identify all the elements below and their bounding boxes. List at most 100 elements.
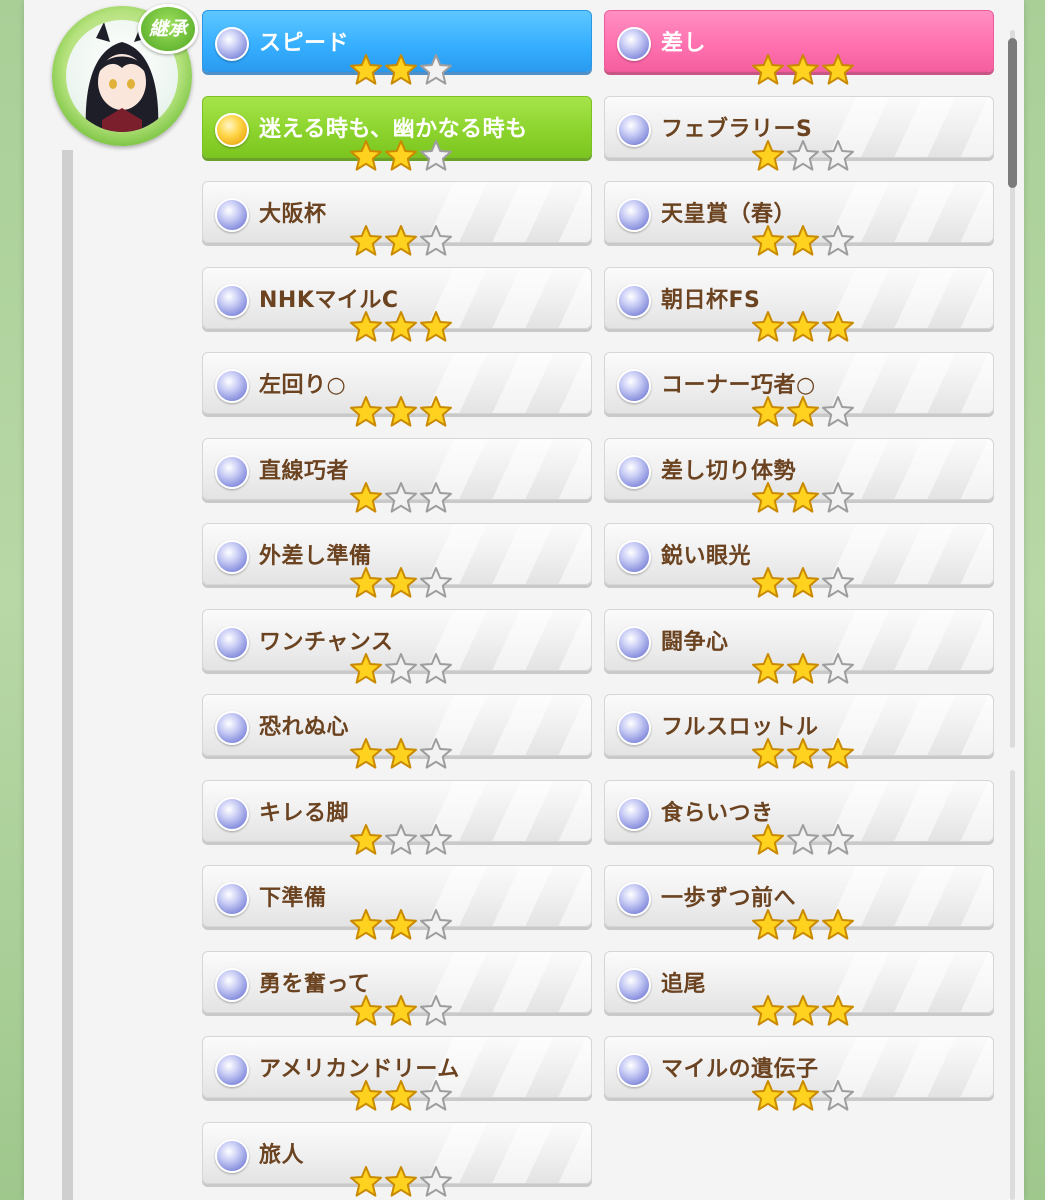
star-filled-icon (786, 481, 820, 515)
inheritance-panel (24, 0, 1024, 1200)
character-avatar[interactable]: 継承 (52, 4, 198, 146)
skill-card[interactable]: 差し (604, 10, 994, 85)
skill-card[interactable]: アメリカンドリーム (202, 1036, 592, 1111)
skill-card[interactable]: 左回り○ (202, 352, 592, 427)
star-filled-icon (786, 310, 820, 344)
skill-orb-icon (215, 369, 249, 403)
star-filled-icon (384, 53, 418, 87)
star-filled-icon (751, 652, 785, 686)
star-filled-icon (349, 310, 383, 344)
skill-orb-icon (215, 882, 249, 916)
star-filled-icon (786, 566, 820, 600)
skill-card[interactable]: フルスロットル (604, 694, 994, 769)
star-filled-icon (349, 481, 383, 515)
skill-card[interactable]: 朝日杯FS (604, 267, 994, 342)
inherit-badge: 継承 (138, 4, 198, 54)
tree-connector-line (62, 150, 73, 1200)
star-filled-icon (349, 224, 383, 258)
skill-card[interactable]: 鋭い眼光 (604, 523, 994, 598)
star-rating (349, 1165, 453, 1199)
star-filled-icon (751, 737, 785, 771)
skill-label: 恐れぬ心 (259, 715, 350, 740)
skill-card[interactable]: 大阪杯 (202, 181, 592, 256)
star-filled-icon (384, 737, 418, 771)
star-rating (349, 994, 453, 1028)
skill-card[interactable]: 食らいつき (604, 780, 994, 855)
star-filled-icon (786, 652, 820, 686)
star-rating (751, 1079, 855, 1113)
star-filled-icon (751, 994, 785, 1028)
star-filled-icon (751, 139, 785, 173)
skill-orb-icon (215, 797, 249, 831)
skill-orb-icon (617, 284, 651, 318)
star-empty-icon (384, 481, 418, 515)
skill-card[interactable]: 旅人 (202, 1122, 592, 1197)
star-empty-icon (821, 652, 855, 686)
skill-orb-icon (215, 540, 249, 574)
star-rating (751, 224, 855, 258)
star-rating (751, 53, 855, 87)
skill-label: 朝日杯FS (661, 288, 761, 313)
star-rating (751, 737, 855, 771)
star-filled-icon (751, 481, 785, 515)
skill-orb-icon (215, 27, 249, 61)
star-filled-icon (419, 395, 453, 429)
skill-card[interactable]: 勇を奮って (202, 951, 592, 1026)
skill-orb-icon (617, 882, 651, 916)
star-rating (349, 139, 453, 173)
skill-card[interactable]: 一歩ずつ前へ (604, 865, 994, 940)
star-rating (349, 652, 453, 686)
skill-orb-icon (617, 711, 651, 745)
star-filled-icon (349, 1165, 383, 1199)
star-filled-icon (384, 1079, 418, 1113)
star-empty-icon (419, 224, 453, 258)
star-filled-icon (349, 1079, 383, 1113)
skill-card[interactable]: 迷える時も、幽かなる時も (202, 96, 592, 171)
skill-card[interactable]: スピード (202, 10, 592, 85)
star-rating (349, 908, 453, 942)
star-empty-icon (821, 395, 855, 429)
skill-orb-icon (617, 369, 651, 403)
skill-label: 大阪杯 (259, 202, 327, 227)
star-filled-icon (349, 823, 383, 857)
star-filled-icon (384, 310, 418, 344)
skill-orb-icon (617, 1053, 651, 1087)
star-filled-icon (384, 994, 418, 1028)
skill-label: 差し (661, 31, 707, 56)
scrollbar-thumb[interactable] (1008, 38, 1017, 188)
star-empty-icon (384, 652, 418, 686)
star-rating (751, 908, 855, 942)
skill-orb-icon (617, 27, 651, 61)
skill-card[interactable]: 下準備 (202, 865, 592, 940)
skill-card[interactable]: 恐れぬ心 (202, 694, 592, 769)
skill-card[interactable]: コーナー巧者○ (604, 352, 994, 427)
star-empty-icon (419, 908, 453, 942)
skill-card[interactable]: 外差し準備 (202, 523, 592, 598)
skill-card[interactable]: 闘争心 (604, 609, 994, 684)
star-filled-icon (384, 1165, 418, 1199)
skill-card[interactable]: NHKマイルC (202, 267, 592, 342)
skill-card[interactable]: 差し切り体勢 (604, 438, 994, 513)
star-filled-icon (821, 53, 855, 87)
star-empty-icon (821, 823, 855, 857)
skill-card[interactable]: 天皇賞（春） (604, 181, 994, 256)
skill-card[interactable]: 直線巧者 (202, 438, 592, 513)
skill-card[interactable]: フェブラリーS (604, 96, 994, 171)
skill-label: キレる脚 (259, 801, 350, 826)
star-filled-icon (751, 1079, 785, 1113)
star-empty-icon (821, 224, 855, 258)
star-empty-icon (419, 53, 453, 87)
star-filled-icon (786, 53, 820, 87)
skill-card[interactable]: マイルの遺伝子 (604, 1036, 994, 1111)
skill-card[interactable]: キレる脚 (202, 780, 592, 855)
star-filled-icon (786, 737, 820, 771)
star-empty-icon (419, 652, 453, 686)
star-empty-icon (419, 823, 453, 857)
skill-card[interactable]: ワンチャンス (202, 609, 592, 684)
star-rating (349, 737, 453, 771)
star-empty-icon (821, 481, 855, 515)
skill-orb-icon (617, 455, 651, 489)
skill-card[interactable]: 追尾 (604, 951, 994, 1026)
star-filled-icon (384, 566, 418, 600)
star-filled-icon (349, 566, 383, 600)
